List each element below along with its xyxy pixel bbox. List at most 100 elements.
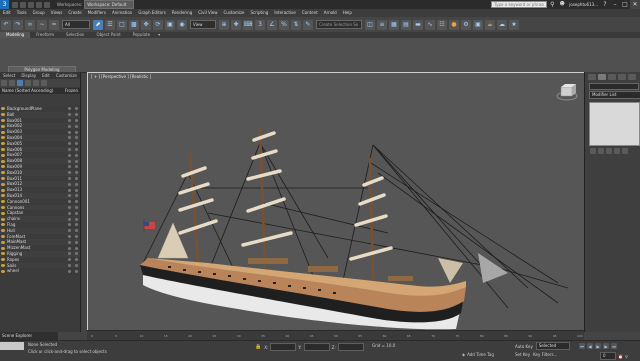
key-mode-dropdown[interactable]: Selected [535, 342, 570, 350]
freeze-toggle-icon[interactable] [75, 263, 78, 267]
visibility-icon[interactable] [1, 147, 5, 151]
render-toggle-icon[interactable] [68, 136, 71, 140]
undo-icon[interactable] [36, 1, 42, 8]
render-toggle-icon[interactable] [68, 124, 71, 128]
make-unique-icon[interactable] [606, 148, 612, 154]
select-by-name-icon[interactable]: ☰ [105, 19, 115, 30]
help-icon[interactable]: ? [600, 0, 610, 9]
visibility-icon[interactable] [1, 182, 5, 186]
coord-x-field[interactable] [270, 343, 297, 351]
redo-icon[interactable]: ↷ [13, 19, 23, 30]
visibility-icon[interactable] [1, 118, 5, 122]
configure-modifier-sets-icon[interactable] [622, 148, 628, 154]
select-manipulate-icon[interactable]: ✚ [231, 19, 241, 30]
rectangular-selection-icon[interactable]: □ [117, 19, 127, 30]
render-toggle-icon[interactable] [68, 223, 71, 227]
freeze-toggle-icon[interactable] [75, 147, 78, 151]
time-slider[interactable]: 0 5 10 15 20 25 30 35 40 45 50 55 60 65 70 75 80 85 90 95 10… [87, 330, 584, 340]
pin-stack-icon[interactable] [590, 148, 596, 154]
link-icon[interactable]: ∞ [25, 19, 35, 30]
time-configuration-icon[interactable]: ⏰ [618, 354, 623, 359]
spinner-snap-icon[interactable]: ⇅ [291, 19, 301, 30]
curve-editor-icon[interactable]: ∿ [425, 19, 435, 30]
remove-modifier-icon[interactable] [614, 148, 620, 154]
rotate-icon[interactable]: ⟳ [153, 19, 163, 30]
reference-coordinate-dropdown[interactable]: View [190, 20, 216, 29]
render-toggle-icon[interactable] [68, 147, 71, 151]
render-toggle-icon[interactable] [68, 240, 71, 244]
render-toggle-icon[interactable] [68, 130, 71, 134]
menu-item[interactable]: Content [299, 9, 321, 17]
move-icon[interactable]: ✥ [141, 19, 151, 30]
visibility-icon[interactable] [1, 200, 5, 204]
freeze-toggle-icon[interactable] [75, 159, 78, 163]
tab-customize[interactable]: Customize [53, 72, 80, 79]
placement-icon[interactable]: ◉ [177, 19, 187, 30]
menu-item[interactable]: Arnold [321, 9, 340, 17]
layers-icon[interactable] [33, 80, 39, 86]
menu-item[interactable]: Create [65, 9, 84, 17]
render-toggle-icon[interactable] [68, 211, 71, 215]
menu-item[interactable]: Views [48, 9, 66, 17]
freeze-toggle-icon[interactable] [75, 269, 78, 273]
new-file-icon[interactable] [12, 1, 18, 8]
render-toggle-icon[interactable] [68, 200, 71, 204]
freeze-toggle-icon[interactable] [75, 217, 78, 221]
freeze-toggle-icon[interactable] [75, 130, 78, 134]
minimize-icon[interactable]: – [610, 0, 620, 9]
create-tab-icon[interactable] [588, 74, 596, 80]
menu-item[interactable]: Graph Editors [135, 9, 168, 17]
column-name-header[interactable]: Name (Sorted Ascending) [0, 88, 53, 94]
view-cube-icon[interactable] [556, 84, 578, 101]
save-file-icon[interactable] [28, 1, 34, 8]
perspective-viewport[interactable]: [ + ] [Perspective ] [Realistic ] [87, 72, 585, 332]
menu-item[interactable]: Group [30, 9, 48, 17]
hierarchy-tab-icon[interactable] [608, 74, 616, 80]
render-toggle-icon[interactable] [68, 205, 71, 209]
menu-item[interactable]: Scripting [248, 9, 272, 17]
freeze-toggle-icon[interactable] [75, 182, 78, 186]
a360-gallery-icon[interactable]: ★ [509, 19, 519, 30]
visibility-icon[interactable] [1, 269, 5, 273]
select-object-icon[interactable]: ⬈ [93, 19, 103, 30]
search-icon[interactable] [41, 80, 47, 86]
tab-select[interactable]: Select [0, 72, 18, 79]
unlink-icon[interactable]: ∼ [37, 19, 47, 30]
visibility-icon[interactable] [1, 217, 5, 221]
freeze-toggle-icon[interactable] [75, 229, 78, 233]
render-toggle-icon[interactable] [68, 258, 71, 262]
render-toggle-icon[interactable] [68, 113, 71, 117]
auto-key-label[interactable]: Auto Key [515, 344, 533, 349]
render-toggle-icon[interactable] [68, 107, 71, 111]
menu-item[interactable]: Modifiers [85, 9, 109, 17]
named-selection-dropdown[interactable]: Create Selection Se [316, 20, 362, 29]
visibility-icon[interactable] [1, 159, 5, 163]
visibility-icon[interactable] [1, 205, 5, 209]
geometry-filter-icon[interactable] [9, 80, 15, 86]
object-name-field[interactable] [589, 83, 639, 90]
visibility-icon[interactable] [1, 136, 5, 140]
freeze-toggle-icon[interactable] [75, 205, 78, 209]
visibility-icon[interactable] [1, 240, 5, 244]
toggle-ribbon-icon[interactable]: ▬ [413, 19, 423, 30]
freeze-toggle-icon[interactable] [75, 246, 78, 250]
keyboard-shortcut-icon[interactable]: ⌨ [243, 19, 253, 30]
rendered-frame-window-icon[interactable]: ▣ [473, 19, 483, 30]
freeze-toggle-icon[interactable] [75, 176, 78, 180]
menu-item[interactable]: Edit [0, 9, 14, 17]
visibility-icon[interactable] [1, 165, 5, 169]
freeze-toggle-icon[interactable] [75, 136, 78, 140]
modify-tab-icon[interactable] [598, 74, 606, 80]
render-toggle-icon[interactable] [68, 171, 71, 175]
list-item[interactable]: wheel [0, 268, 80, 275]
visibility-icon[interactable] [1, 252, 5, 256]
percent-snap-icon[interactable]: % [279, 19, 289, 30]
freeze-toggle-icon[interactable] [75, 240, 78, 244]
visibility-icon[interactable] [1, 124, 5, 128]
visibility-icon[interactable] [1, 176, 5, 180]
freeze-toggle-icon[interactable] [75, 188, 78, 192]
render-toggle-icon[interactable] [68, 176, 71, 180]
visibility-icon[interactable] [1, 142, 5, 146]
visibility-icon[interactable] [1, 107, 5, 111]
set-key-label[interactable]: Set Key [515, 352, 530, 357]
